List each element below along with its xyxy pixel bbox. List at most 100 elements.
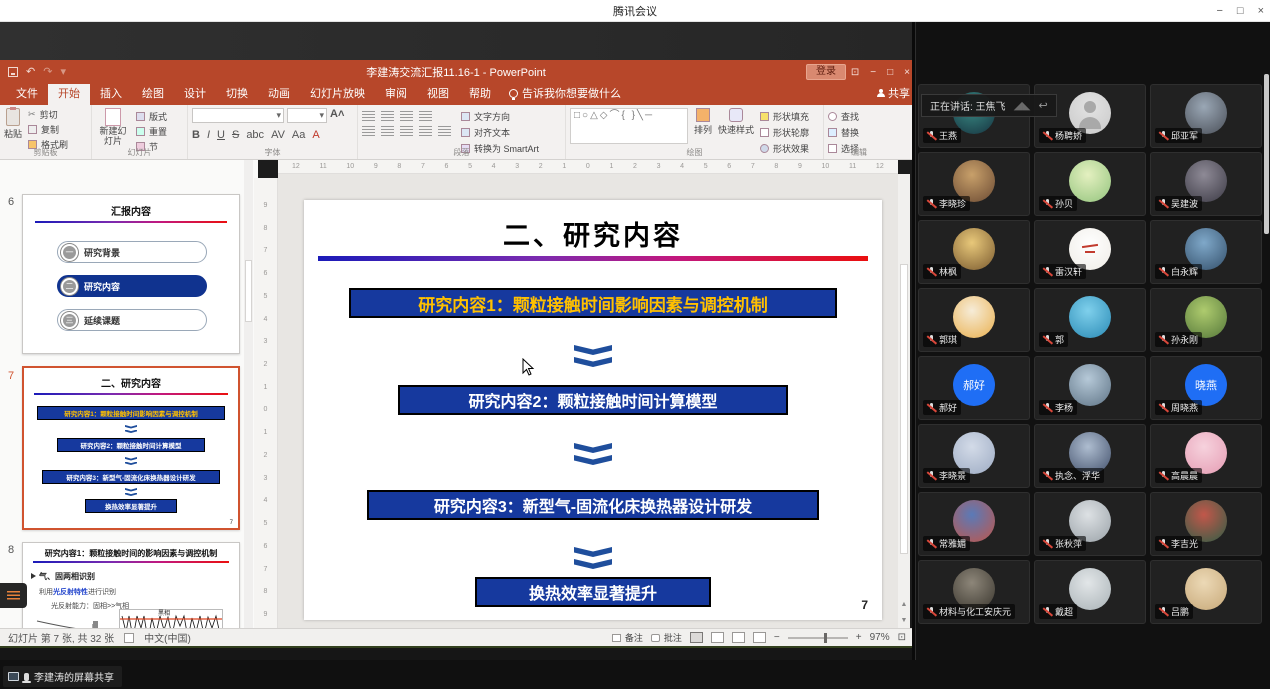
participant-tile[interactable]: 孙贝	[1034, 152, 1146, 216]
editor-scrollbar[interactable]: ▲ ▼	[898, 174, 910, 628]
font-style-icon[interactable]: U	[217, 129, 225, 141]
text-direction-button[interactable]: 文字方向	[461, 110, 539, 123]
zoom-slider[interactable]	[788, 637, 848, 639]
layout-button[interactable]: 版式	[136, 110, 167, 123]
ribbon-display-icon[interactable]: ⊡	[851, 67, 859, 78]
font-style-icon[interactable]: S	[232, 129, 239, 141]
previous-slide-button[interactable]: ▲	[898, 598, 910, 612]
ribbon-tab-文件[interactable]: 文件	[6, 84, 48, 105]
ribbon-tab-审阅[interactable]: 审阅	[375, 84, 417, 105]
line-spacing-icon[interactable]	[419, 111, 432, 121]
login-button[interactable]: 登录	[806, 64, 846, 80]
participant-tile[interactable]: 李晓珍	[918, 152, 1030, 216]
participant-tile[interactable]: 高晨晨	[1150, 424, 1262, 488]
reset-button[interactable]: 重置	[136, 125, 167, 138]
ppt-close-icon[interactable]: ×	[904, 67, 910, 78]
meeting-floating-toolbar[interactable]	[0, 583, 27, 608]
participant-tile[interactable]: 材料与化工安庆元	[918, 560, 1030, 624]
align-text-button[interactable]: 对齐文本	[461, 126, 539, 139]
participant-tile[interactable]: 常雅媚	[918, 492, 1030, 556]
participant-tile[interactable]: 李晓景	[918, 424, 1030, 488]
font-name-select[interactable]: ▾	[192, 108, 284, 123]
font-style-icon[interactable]: I	[207, 129, 210, 141]
language-status[interactable]: 中文(中国)	[144, 630, 191, 645]
tell-me-box[interactable]: 告诉我你想要做什么	[501, 84, 629, 105]
slide-sorter-view-button[interactable]	[711, 632, 724, 643]
participant-tile[interactable]: 晓燕周晓燕	[1150, 356, 1262, 420]
zoom-level[interactable]: 97%	[870, 632, 890, 643]
screen-share-banner[interactable]: 李建涛的屏幕共享	[3, 666, 122, 687]
grow-font-icon[interactable]: A˄	[330, 108, 344, 123]
font-style-icon[interactable]: Aa	[292, 129, 305, 141]
participant-tile[interactable]: 雷汉轩	[1034, 220, 1146, 284]
shape-outline-button[interactable]: 形状轮廓	[760, 126, 809, 139]
indent-icon[interactable]	[400, 111, 413, 121]
participant-tile[interactable]: 吴建波	[1150, 152, 1262, 216]
ppt-minimize-icon[interactable]: −	[870, 67, 876, 78]
align-center-icon[interactable]	[381, 126, 394, 136]
zoom-in-icon[interactable]: +	[856, 632, 862, 643]
font-style-icon[interactable]: abc	[246, 129, 264, 141]
participant-tile[interactable]: 邱亚军	[1150, 84, 1262, 148]
participant-tile[interactable]: 郝好郝好	[918, 356, 1030, 420]
participant-tile[interactable]: 郭琪	[918, 288, 1030, 352]
content-box-4[interactable]: 换热效率显著提升	[475, 577, 711, 607]
maximize-icon[interactable]: □	[1237, 5, 1244, 17]
quick-styles-button[interactable]: 快速样式	[718, 108, 754, 136]
participant-tile[interactable]: 白永辉	[1150, 220, 1262, 284]
arrange-button[interactable]: 排列	[694, 108, 712, 136]
shape-fill-button[interactable]: 形状填充	[760, 110, 809, 123]
participant-tile[interactable]: 张秋萍	[1034, 492, 1146, 556]
content-box-3[interactable]: 研究内容3：新型气-固流化床换热器设计研发	[367, 490, 819, 520]
participant-tile[interactable]: 戴超	[1034, 560, 1146, 624]
participant-tile[interactable]: 郭	[1034, 288, 1146, 352]
justify-icon[interactable]	[419, 126, 432, 136]
participant-tile[interactable]: 林枫	[918, 220, 1030, 284]
reading-view-button[interactable]	[732, 632, 745, 643]
ribbon-tab-绘图[interactable]: 绘图	[132, 84, 174, 105]
reply-arrow-icon[interactable]: ↩	[1038, 99, 1047, 112]
ribbon-tab-切换[interactable]: 切换	[216, 84, 258, 105]
ppt-maximize-icon[interactable]: □	[887, 67, 893, 78]
font-style-icon[interactable]: A	[312, 129, 319, 141]
participant-tile[interactable]: 李吉光	[1150, 492, 1262, 556]
ribbon-tab-幻灯片放映[interactable]: 幻灯片放映	[300, 84, 375, 105]
font-style-icon[interactable]: AV	[271, 129, 285, 141]
participant-tile[interactable]: 孙永刚	[1150, 288, 1262, 352]
slide-6-thumbnail[interactable]: 汇报内容 一研究背景二研究内容三延续课题	[22, 194, 240, 354]
columns-icon[interactable]	[438, 126, 451, 136]
ribbon-tab-动画[interactable]: 动画	[258, 84, 300, 105]
slideshow-button[interactable]	[753, 632, 766, 643]
next-slide-button[interactable]: ▼	[898, 614, 910, 628]
numbering-icon[interactable]	[381, 111, 394, 121]
normal-view-button[interactable]	[690, 632, 703, 643]
comments-button[interactable]: 批注	[651, 631, 682, 644]
slide-canvas[interactable]: 二、研究内容 7 研究内容1：颗粒接触时间影响因素与调控机制研究内容2：颗粒接触…	[304, 200, 882, 620]
find-button[interactable]: 查找	[828, 110, 890, 123]
align-left-icon[interactable]	[362, 126, 375, 136]
minimize-icon[interactable]: −	[1216, 5, 1222, 17]
raise-hand-icon[interactable]: ◢◣	[1014, 99, 1031, 112]
participant-tile[interactable]: 李杨	[1034, 356, 1146, 420]
participant-tile[interactable]: 执念、浮华	[1034, 424, 1146, 488]
slide-7-thumbnail[interactable]: 二、研究内容 7 研究内容1：颗粒接触时间影响因素与调控机制研究内容2：颗粒接触…	[22, 366, 240, 530]
spellcheck-icon[interactable]	[124, 633, 134, 643]
content-box-2[interactable]: 研究内容2：颗粒接触时间计算模型	[398, 385, 788, 415]
copy-button[interactable]: 复制	[28, 123, 68, 136]
close-icon[interactable]: ×	[1258, 5, 1264, 17]
paste-button[interactable]: 粘贴	[4, 108, 22, 151]
replace-button[interactable]: 替换	[828, 126, 890, 139]
participants-scrollbar[interactable]	[1264, 74, 1269, 234]
share-button[interactable]: 共享	[875, 84, 912, 105]
thumbnail-scrollbar[interactable]	[244, 160, 253, 628]
font-style-icon[interactable]: B	[192, 129, 200, 141]
shape-gallery[interactable]: □○△◇⌒{ }╲─	[570, 108, 688, 144]
cut-button[interactable]: ✂剪切	[28, 108, 68, 121]
ribbon-tab-设计[interactable]: 设计	[174, 84, 216, 105]
notes-button[interactable]: 备注	[612, 631, 643, 644]
ribbon-tab-开始[interactable]: 开始	[48, 84, 90, 105]
participant-tile[interactable]: 吕鹏	[1150, 560, 1262, 624]
align-right-icon[interactable]	[400, 126, 413, 136]
ribbon-tab-插入[interactable]: 插入	[90, 84, 132, 105]
ribbon-tab-视图[interactable]: 视图	[417, 84, 459, 105]
